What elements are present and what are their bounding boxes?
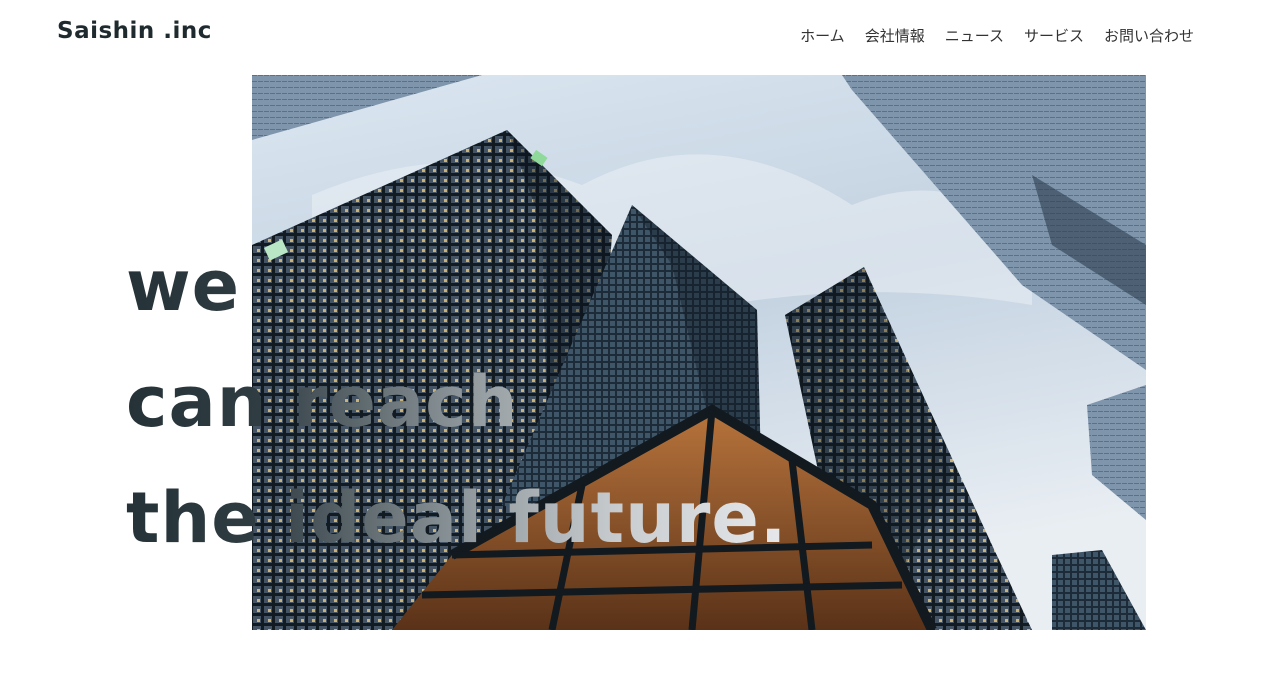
nav-link-services[interactable]: サービス [1024,25,1084,46]
headline-line-2: can reach [126,361,519,443]
site-header: Saishin .inc ホーム 会社情報 ニュース サービス お問い合わせ [0,0,1269,72]
hero-headline: we can reach the ideal future. [126,228,788,576]
nav-link-company[interactable]: 会社情報 [865,25,925,46]
main-nav: ホーム 会社情報 ニュース サービス お問い合わせ [800,25,1194,46]
nav-link-news[interactable]: ニュース [945,25,1004,46]
nav-link-contact[interactable]: お問い合わせ [1104,25,1194,46]
headline-line-3: the ideal future. [126,477,788,559]
nav-link-home[interactable]: ホーム [800,25,845,46]
site-logo[interactable]: Saishin .inc [57,18,212,44]
headline-line-1: we [126,245,241,327]
